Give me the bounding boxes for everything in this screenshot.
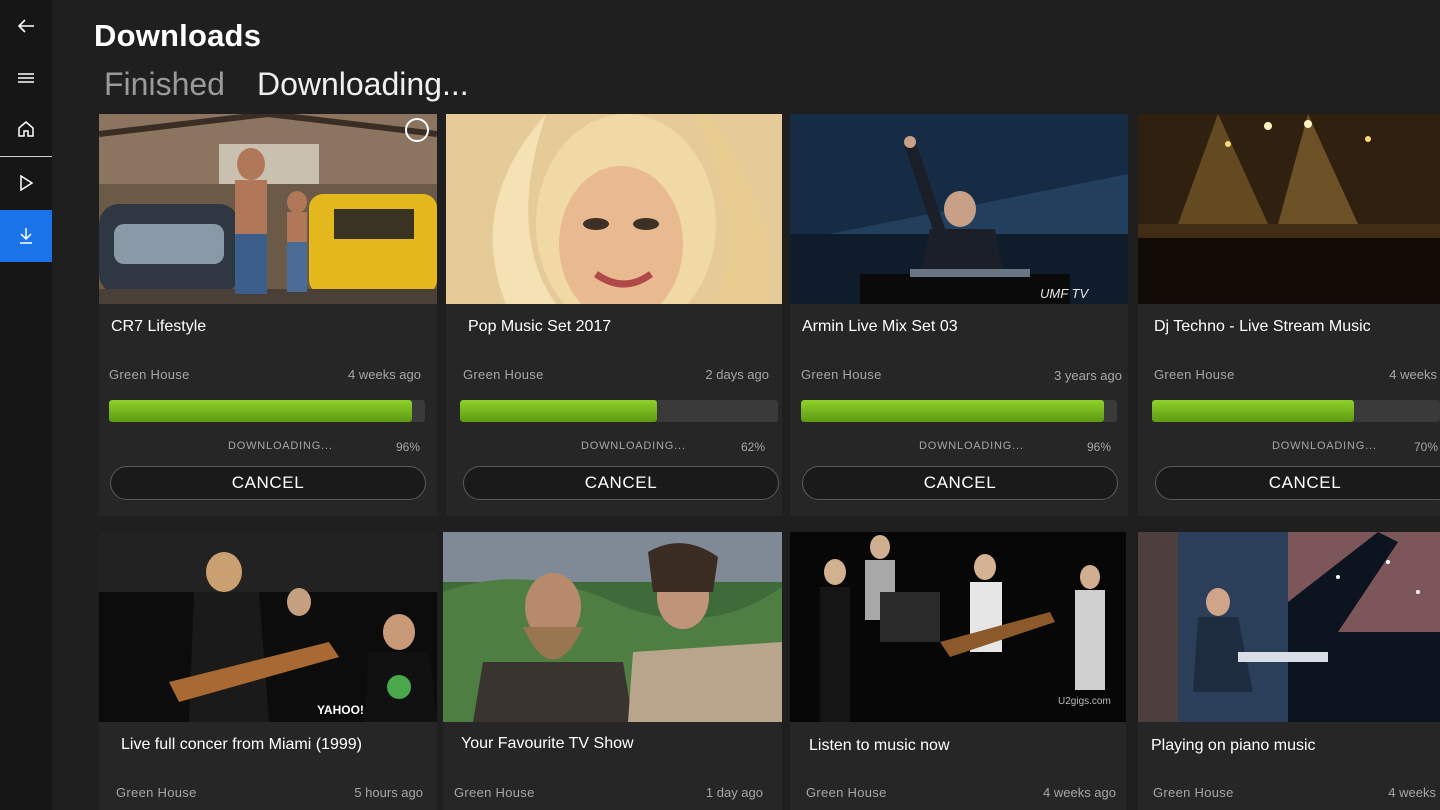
upload-age: 4 weeks: [1388, 785, 1436, 800]
channel-name: Green House: [109, 367, 190, 382]
video-thumbnail[interactable]: YAHOO!: [99, 532, 437, 722]
tab-bar: Finished Downloading...: [104, 66, 469, 103]
upload-age: 5 hours ago: [354, 785, 423, 800]
download-status: DOWNLOADING...: [228, 440, 333, 452]
progress-bar: [801, 400, 1117, 422]
download-percent: 62%: [740, 440, 765, 454]
upload-age: 4 weeks: [1389, 367, 1437, 382]
download-percent: 96%: [395, 440, 420, 454]
video-title: Dj Techno - Live Stream Music: [1154, 318, 1371, 335]
video-card[interactable]: YAHOO! Live full concer from Miami (1999…: [99, 532, 437, 810]
hamburger-menu-icon: [18, 73, 34, 83]
download-card[interactable]: CR7 Lifestyle Green House 4 weeks ago DO…: [99, 114, 437, 516]
back-arrow-icon: [17, 19, 34, 33]
progress-bar: [1152, 400, 1440, 422]
video-card[interactable]: Playing on piano music Green House 4 wee…: [1138, 532, 1440, 810]
upload-age: 3 years ago: [1054, 368, 1122, 383]
back-button[interactable]: [0, 0, 52, 52]
download-percent: 70%: [1413, 440, 1438, 454]
page-title: Downloads: [94, 18, 262, 53]
channel-name: Green House: [463, 367, 544, 382]
video-title: Listen to music now: [809, 737, 950, 754]
download-status: DOWNLOADING...: [1272, 440, 1377, 452]
home-button[interactable]: [0, 103, 52, 155]
video-thumbnail[interactable]: U2gigs.com: [790, 532, 1126, 722]
progress-bar: [460, 400, 778, 422]
video-thumbnail[interactable]: [443, 532, 782, 722]
channel-name: Green House: [116, 785, 197, 800]
download-percent: 96%: [1086, 440, 1111, 454]
channel-name: Green House: [1154, 367, 1235, 382]
u2gigs-watermark: U2gigs.com: [1058, 696, 1111, 707]
video-thumbnail[interactable]: [1138, 114, 1440, 304]
video-thumbnail[interactable]: UMF TV: [790, 114, 1128, 304]
video-title: Your Favourite TV Show: [461, 735, 634, 752]
nav-rail: [0, 0, 52, 810]
tab-finished[interactable]: Finished: [104, 66, 225, 103]
download-card[interactable]: UMF TV Armin Live Mix Set 03 Green House…: [790, 114, 1128, 516]
download-status: DOWNLOADING...: [919, 440, 1024, 452]
menu-button[interactable]: [0, 52, 52, 104]
progress-fill: [109, 400, 413, 422]
cancel-button[interactable]: CANCEL: [802, 466, 1118, 500]
vikings-tv-show-thumbnail: [443, 532, 782, 722]
upload-age: 4 weeks ago: [1043, 785, 1116, 800]
video-title: CR7 Lifestyle: [111, 318, 207, 335]
upload-age: 4 weeks ago: [348, 367, 421, 382]
concert-crowd-thumbnail: [1138, 114, 1440, 304]
video-title: Armin Live Mix Set 03: [802, 318, 958, 335]
band-concert-thumbnail: YAHOO!: [99, 532, 437, 722]
play-icon: [20, 174, 34, 192]
download-status: DOWNLOADING...: [581, 440, 686, 452]
downloads-nav-button[interactable]: [0, 210, 52, 262]
cancel-button[interactable]: CANCEL: [1155, 466, 1440, 500]
video-thumbnail[interactable]: [99, 114, 437, 304]
tab-downloading[interactable]: Downloading...: [257, 66, 469, 103]
video-thumbnail[interactable]: [1138, 532, 1440, 722]
channel-name: Green House: [801, 367, 882, 382]
cancel-button[interactable]: CANCEL: [110, 466, 426, 500]
channel-name: Green House: [1153, 785, 1234, 800]
garage-cars-thumbnail: [99, 114, 437, 304]
progress-bar: [109, 400, 425, 422]
channel-name: Green House: [454, 785, 535, 800]
video-title: Live full concer from Miami (1999): [121, 736, 362, 753]
dj-stage-thumbnail: UMF TV: [790, 114, 1128, 304]
progress-fill: [801, 400, 1105, 422]
video-card[interactable]: U2gigs.com Listen to music now Green Hou…: [790, 532, 1126, 810]
piano-player-thumbnail: [1138, 532, 1440, 722]
home-icon: [18, 121, 34, 137]
channel-name: Green House: [806, 785, 887, 800]
progress-fill: [1152, 400, 1354, 422]
upload-age: 2 days ago: [705, 367, 769, 382]
play-button[interactable]: [0, 157, 52, 209]
video-title: Playing on piano music: [1151, 737, 1316, 754]
progress-fill: [460, 400, 658, 422]
download-icon: [20, 228, 32, 244]
video-title: Pop Music Set 2017: [468, 318, 612, 335]
umf-tv-logo: UMF TV: [1040, 286, 1089, 301]
cancel-button[interactable]: CANCEL: [463, 466, 779, 500]
woman-portrait-thumbnail: [446, 114, 782, 304]
upload-age: 1 day ago: [705, 785, 763, 800]
yahoo-logo: YAHOO!: [317, 703, 364, 717]
download-card[interactable]: Pop Music Set 2017 Green House 2 days ag…: [446, 114, 782, 516]
video-card[interactable]: Your Favourite TV Show Green House 1 day…: [443, 532, 782, 810]
video-thumbnail[interactable]: [446, 114, 782, 304]
download-card[interactable]: Dj Techno - Live Stream Music Green Hous…: [1138, 114, 1440, 516]
u2-band-thumbnail: U2gigs.com: [790, 532, 1126, 722]
